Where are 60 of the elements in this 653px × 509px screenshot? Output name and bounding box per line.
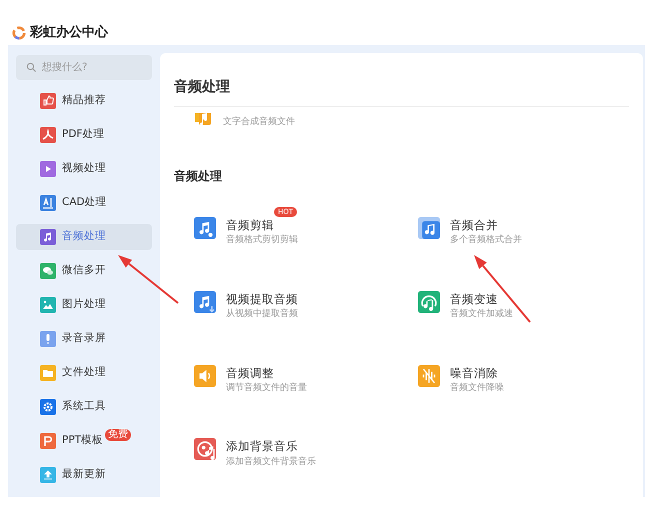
tool-title: 视频提取音频 <box>226 290 298 308</box>
tool-title: 音频合并 <box>450 217 498 234</box>
speedometer-icon <box>418 290 440 313</box>
tool-item[interactable]: 音频调整 调节音频文件的音量 <box>194 364 418 396</box>
search-box[interactable]: 想搜什么? <box>16 55 152 80</box>
sidebar-item[interactable]: 音频处理 <box>16 224 152 250</box>
tool-subtitle: 多个音频格式合并 <box>450 234 522 248</box>
sidebar-item[interactable]: PPT模板 免费 <box>16 428 152 454</box>
pdf-icon <box>40 127 56 143</box>
thumbs-up-icon <box>40 93 56 109</box>
upload-icon <box>40 467 56 483</box>
tool-subtitle: 文字合成音频文件 <box>223 116 295 128</box>
logo-icon <box>12 26 26 40</box>
gear-icon <box>40 399 56 415</box>
tool-subtitle: 从视频中提取音频 <box>226 308 298 321</box>
tool-title: 噪音消除 <box>450 364 498 382</box>
search-icon <box>26 62 37 73</box>
app-title: 彩虹办公中心 <box>30 24 108 42</box>
section-title: 音频处理 <box>174 168 223 185</box>
tool-subtitle: 添加音频文件背景音乐 <box>226 456 316 468</box>
music-scissors-icon <box>194 217 216 239</box>
music-note-icon <box>418 217 440 239</box>
play-icon <box>40 161 56 177</box>
tool-title: 添加背景音乐 <box>226 438 298 456</box>
sidebar-item[interactable]: 图片处理 <box>16 292 152 318</box>
sidebar-item[interactable]: CAD处理 <box>16 190 152 216</box>
sidebar-item[interactable]: PDF处理 <box>16 122 152 148</box>
sidebar-item[interactable]: 文件处理 <box>16 360 152 386</box>
tool-title: 音频调整 <box>226 364 274 382</box>
sidebar-item[interactable]: 系统工具 <box>16 394 152 420</box>
chat-bubbles-icon <box>40 263 56 279</box>
music-download-icon <box>194 290 216 313</box>
sound-wave-icon <box>418 364 440 386</box>
presentation-icon <box>40 433 56 449</box>
tool-item[interactable]: 音频合并 多个音频格式合并 <box>418 217 618 248</box>
page-title: 音频处理 <box>174 77 629 107</box>
cad-icon <box>40 195 56 211</box>
annotation-arrow <box>118 255 179 304</box>
tool-item[interactable]: 音频变速 音频文件加减速 <box>418 290 618 322</box>
sidebar-item[interactable]: 视频处理 <box>16 156 152 182</box>
speaker-icon <box>194 364 216 386</box>
microphone-icon <box>40 331 56 347</box>
tool-subtitle: 调节音频文件的音量 <box>226 382 307 395</box>
sidebar-item[interactable]: 精品推荐 <box>16 88 152 114</box>
tool-subtitle: 音频文件加减速 <box>450 308 513 321</box>
folder-icon <box>40 365 56 381</box>
tool-title: 音频变速 <box>450 290 498 308</box>
tool-title: 音频剪辑 <box>226 217 274 234</box>
tool-subtitle: 音频格式剪切剪辑 <box>226 234 298 248</box>
tool-item[interactable]: 添加背景音乐 添加音频文件背景音乐 <box>194 438 418 469</box>
tool-subtitle: 音频文件降噪 <box>450 382 504 395</box>
tool-item[interactable]: 视频提取音频 从视频中提取音频 <box>194 290 418 322</box>
search-field[interactable]: 想搜什么? <box>42 55 142 80</box>
disc-note-icon <box>194 438 216 460</box>
music-note-icon <box>40 229 56 245</box>
tool-item[interactable]: 噪音消除 音频文件降噪 <box>418 364 618 396</box>
sidebar-item[interactable]: 录音录屏 <box>16 326 152 352</box>
free-badge: 免费 <box>105 429 132 441</box>
sidebar-item[interactable]: 最新更新 <box>16 462 152 488</box>
image-icon <box>40 297 56 313</box>
